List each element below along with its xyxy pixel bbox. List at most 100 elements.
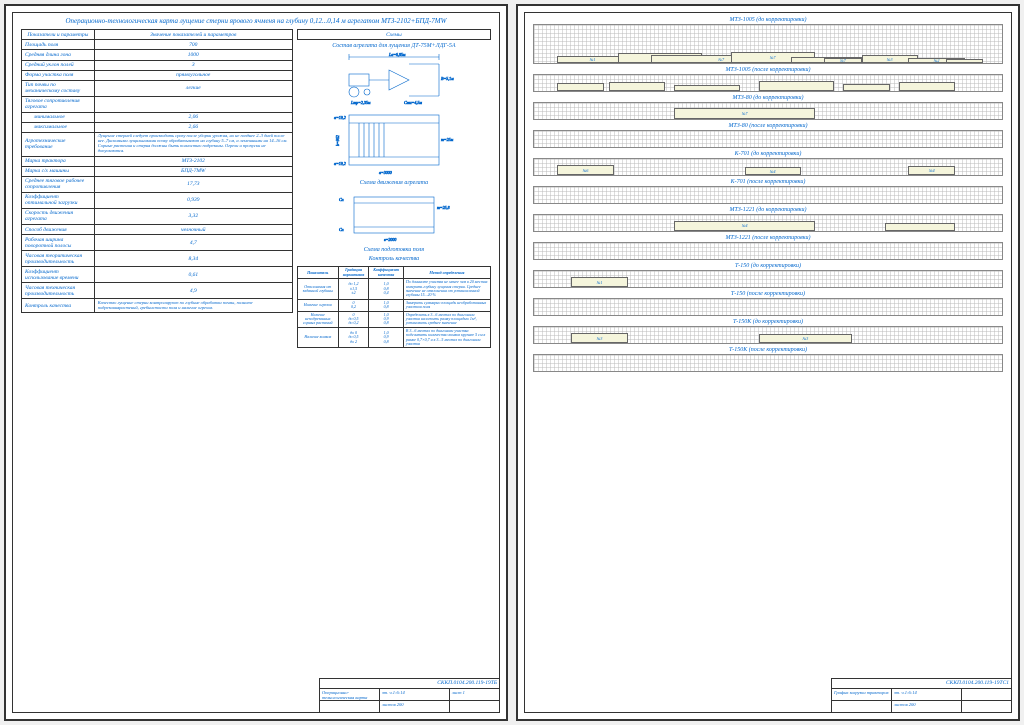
chart-label: МТЗ-1005 (после корректировки) [533, 67, 1003, 73]
chart-bar [674, 85, 740, 91]
chart-row: МТЗ-1221 (до корректировки) №4 [533, 207, 1003, 232]
titleblock-right: СККП.0104.200.119-19ТС1 График загрузки … [831, 678, 1011, 712]
chart-bar [885, 223, 955, 231]
table-row: Рабочая ширина поворотной полосы4,7 [22, 235, 293, 251]
svg-text:В=5,1м: В=5,1м [441, 76, 454, 82]
chart-row: К-701 (до корректировки)№6№4№4 [533, 151, 1003, 176]
table-row: Наличие огрехов00,21,00,8Замерить суммар… [297, 299, 490, 311]
scheme3-title: Схема подготовки поля [297, 247, 491, 253]
col-header-3: Схемы [297, 30, 490, 40]
svg-text:α=19,2: α=19,2 [334, 115, 346, 121]
svg-text:а=3000: а=3000 [379, 170, 392, 175]
chart-bar: №3 [571, 333, 627, 343]
table-row: Марка трактораМТЗ-2102 [22, 156, 293, 166]
table-row: Часовая теоритическая производительность… [22, 251, 293, 267]
sheet-left-inner: Операционно-технологическая карта лущени… [12, 12, 500, 713]
table-row: Средняя длина гона1000 [22, 50, 293, 60]
table-row: Отклонения от заданной глубиныдо 1,2±1,5… [297, 279, 490, 300]
svg-text:α=19,2: α=19,2 [334, 161, 346, 167]
table-row: Тип почвы по механическому составулегкие [22, 80, 293, 96]
chart-row: МТЗ-1005 (после корректировки) [533, 67, 1003, 92]
chart-grid [533, 74, 1003, 92]
chart-label: Т-150К (до корректировки) [533, 319, 1003, 325]
table-row: минимальное2,06 [22, 112, 293, 122]
chart-row: Т-150 (после корректировки) [533, 291, 1003, 316]
quality-table: ПоказательГрадация нормативовКоэффициент… [297, 266, 491, 348]
table-row: Марка с/х машиныБПД-7МW [22, 166, 293, 176]
svg-text:Сти=4,5м: Сти=4,5м [404, 100, 422, 106]
table-row: Наличие комковдо 0до 0,5до 21,00,90,8В 3… [297, 327, 490, 348]
chart-grid: №6№4№4 [533, 158, 1003, 176]
scheme2-title: Схема движения агрегата [297, 180, 491, 186]
chart-label: Т-150 (после корректировки) [533, 291, 1003, 297]
chart-bar: №1 [557, 56, 627, 63]
params-table: Показатели и параметры Значение показате… [21, 29, 293, 313]
chart-grid: №1 [533, 270, 1003, 288]
svg-text:в=2000: в=2000 [384, 237, 396, 242]
table-row: Скорость движения агрегата3,32 [22, 208, 293, 224]
chart-grid: №7 [533, 102, 1003, 120]
scheme1-svg: Lа=6,85м В=5,1м Lтр=2,35м Сти=4,5м [329, 52, 459, 107]
sheet-left: Операционно-технологическая карта лущени… [4, 4, 508, 721]
chart-grid: №1№2№7№7№7№3№2 [533, 24, 1003, 64]
table-row: Форма участка поляпрямоугольное [22, 70, 293, 80]
chart-label: Т-150 (до корректировки) [533, 263, 1003, 269]
chart-bar: №1 [571, 277, 627, 287]
table-row: Агротехнические требованиеЛущение стерне… [22, 132, 293, 156]
chart-row: МТЗ-80 (до корректировки)№7 [533, 95, 1003, 120]
chart-label: МТЗ-1005 (до корректировки) [533, 17, 1003, 23]
table-row: Контроль качестваКачество лущение стерни… [22, 299, 293, 313]
chart-grid [533, 298, 1003, 316]
sheet-right: МТЗ-1005 (до корректировки)№1№2№7№7№7№3№… [516, 4, 1020, 721]
svg-text:Сn: Сn [339, 227, 344, 232]
col-header-2: Значение показателей и параметров [94, 30, 292, 40]
svg-text:m=25м: m=25м [441, 137, 454, 142]
table-row: Среднее тяговое рабочее сопротивления17,… [22, 176, 293, 192]
table-row: Коэффициент оптимальной загрузки0,939 [22, 192, 293, 208]
svg-text:m=25,8: m=25,8 [437, 205, 450, 211]
chart-label: МТЗ-80 (до корректировки) [533, 95, 1003, 101]
charts-container: МТЗ-1005 (до корректировки)№1№2№7№7№7№3№… [533, 17, 1003, 372]
scheme4-title: Контроль качества [297, 256, 491, 262]
chart-bar [899, 82, 955, 91]
svg-text:Lтр=2,35м: Lтр=2,35м [350, 100, 371, 106]
chart-bar [759, 81, 834, 91]
chart-bar: №6 [557, 165, 613, 175]
svg-text:b=962: b=962 [335, 136, 340, 147]
chart-bar: №4 [908, 166, 955, 175]
chart-row: Т-150К (до корректировки) №3 №3 [533, 319, 1003, 344]
chart-grid [533, 242, 1003, 260]
table-row: Средний уклон полей3 [22, 60, 293, 70]
chart-bar: №4 [674, 221, 814, 231]
table-row: Наличие неподрезанных сорных растений0 д… [297, 311, 490, 327]
chart-grid: №4 [533, 214, 1003, 232]
chart-grid [533, 130, 1003, 148]
chart-row: МТЗ-1005 (до корректировки)№1№2№7№7№7№3№… [533, 17, 1003, 64]
chart-bar: №7 [824, 58, 861, 63]
table-row: Способ движениячелночный [22, 225, 293, 235]
chart-bar: №3 [759, 334, 853, 343]
chart-bar [843, 84, 890, 91]
titleblock-left: СККП.0104.200.119-19ТБ Операционно-техно… [319, 678, 499, 712]
chart-bar [557, 83, 604, 91]
chart-grid: №3 №3 [533, 326, 1003, 344]
chart-grid [533, 186, 1003, 204]
left-title: Операционно-технологическая карта лущени… [21, 17, 491, 25]
chart-label: МТЗ-80 (после корректировки) [533, 123, 1003, 129]
chart-label: МТЗ-1221 (после корректировки) [533, 235, 1003, 241]
chart-grid [533, 354, 1003, 372]
chart-label: Т-150К (после корректировки) [533, 347, 1003, 353]
chart-label: К-701 (после корректировки) [533, 179, 1003, 185]
table-row: Площадь поля700 [22, 40, 293, 50]
chart-row: МТЗ-1221 (после корректировки) [533, 235, 1003, 260]
chart-label: МТЗ-1221 (до корректировки) [533, 207, 1003, 213]
table-row: Тяговое сопротивления агрегата [22, 96, 293, 112]
table-row: Часовая техническая производительность4,… [22, 283, 293, 299]
chart-label: К-701 (до корректировки) [533, 151, 1003, 157]
chart-row: Т-150 (до корректировки) №1 [533, 263, 1003, 288]
chart-row: Т-150К (после корректировки) [533, 347, 1003, 372]
scheme1-title: Состав агрегата для лущения ДТ-75М+ЛДГ-5… [297, 43, 491, 49]
table-row: Коэффициент использование времени0,61 [22, 267, 293, 283]
chart-row: К-701 (после корректировки) [533, 179, 1003, 204]
scheme3-svg: Сn m=25,8 в=2000 Сn [329, 189, 459, 244]
